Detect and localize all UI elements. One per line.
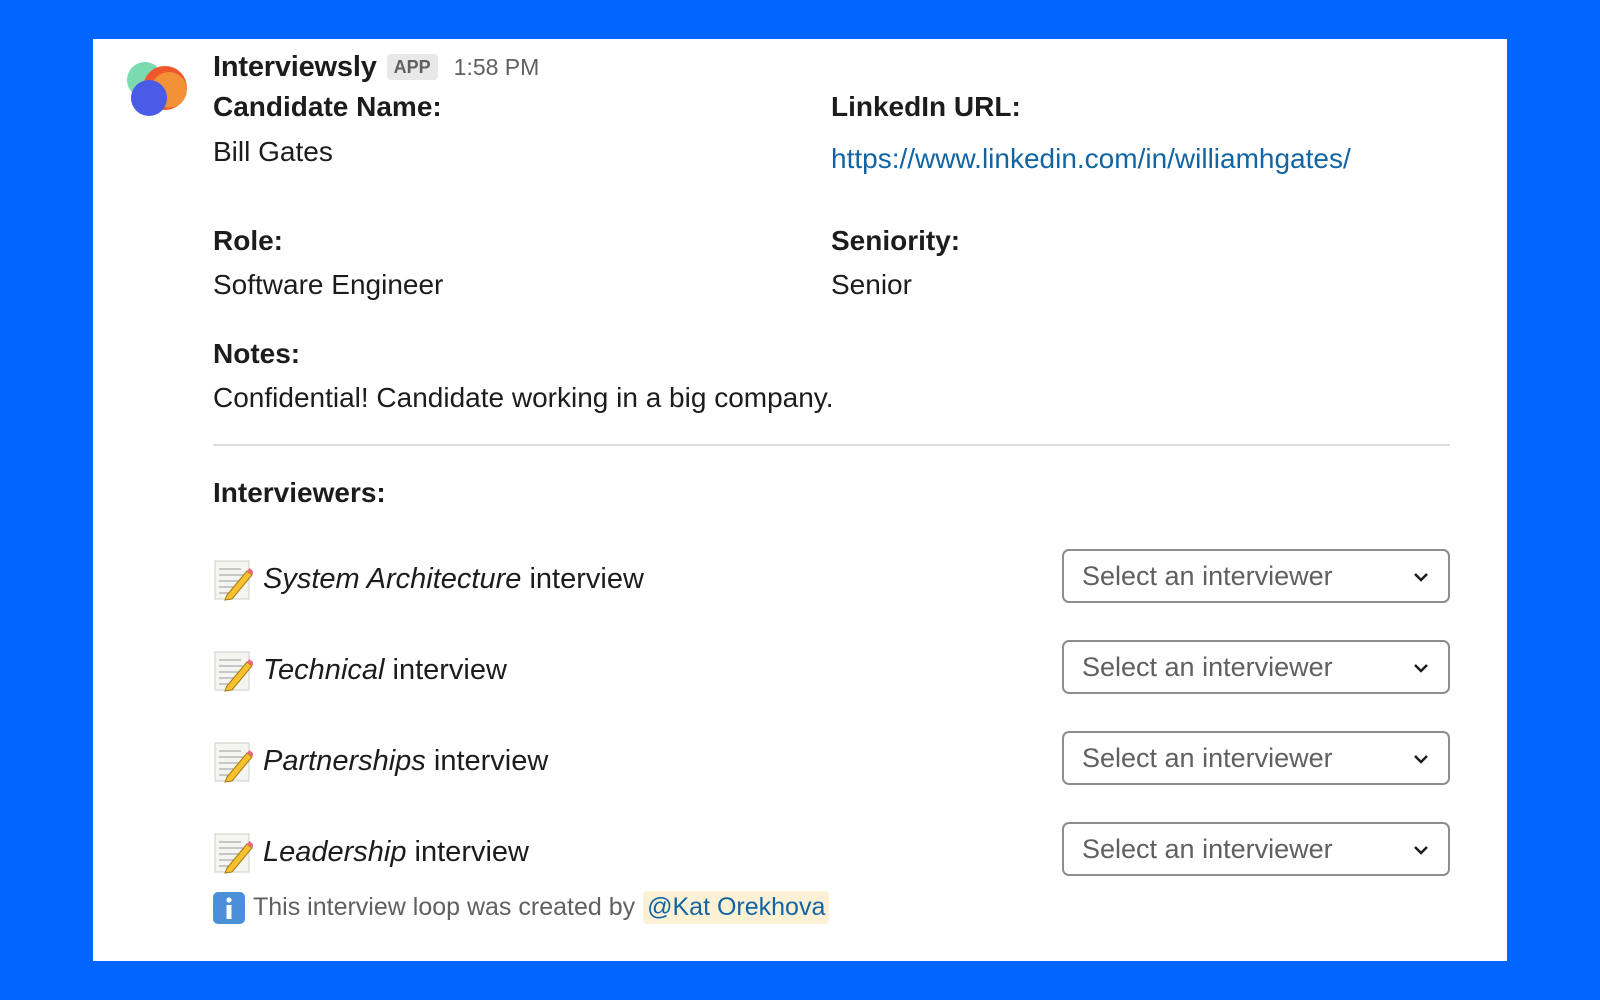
role-label: Role: <box>213 225 283 256</box>
interview-type: Partnerships <box>263 744 426 777</box>
select-placeholder: Select an interviewer <box>1082 742 1333 773</box>
interviewer-select[interactable]: Select an interviewer <box>1062 731 1450 785</box>
interviewer-select[interactable]: Select an interviewer <box>1062 549 1450 603</box>
info-icon <box>213 891 245 924</box>
interview-type: Leadership <box>263 835 407 868</box>
interview-row: Leadership interview Select an interview… <box>213 822 1450 878</box>
interviewer-select[interactable]: Select an interviewer <box>1062 822 1450 876</box>
select-placeholder: Select an interviewer <box>1082 833 1333 864</box>
linkedin-label: LinkedIn URL: <box>831 91 1021 122</box>
memo-icon <box>214 651 253 692</box>
interview-row: Partnerships interview Select an intervi… <box>213 731 1450 787</box>
interview-suffix: interview <box>521 562 644 595</box>
app-badge: APP <box>386 54 438 80</box>
app-name[interactable]: Interviewsly <box>213 51 377 84</box>
candidate-name-label: Candidate Name: <box>213 91 442 122</box>
interview-type: System Architecture <box>263 562 522 595</box>
interview-type: Technical <box>263 653 385 686</box>
select-placeholder: Select an interviewer <box>1082 560 1333 591</box>
interview-suffix: interview <box>406 835 529 868</box>
footer-text: This interview loop was created by <box>253 893 636 921</box>
memo-icon <box>214 560 253 601</box>
interview-row-label: System Architecture interview <box>213 557 644 601</box>
footer-context: This interview loop was created by @Kat … <box>213 891 830 924</box>
select-placeholder: Select an interviewer <box>1082 651 1333 682</box>
interview-row: Technical interview Select an interviewe… <box>213 640 1450 696</box>
interviewers-title: Interviewers: <box>213 477 386 508</box>
seniority-label: Seniority: <box>831 225 961 256</box>
message-card: Interviewsly APP 1:58 PM Candidate Name:… <box>93 39 1507 961</box>
divider <box>213 444 1450 446</box>
linkedin-link[interactable]: https://www.linkedin.com/in/williamhgate… <box>831 136 1421 181</box>
interview-suffix: interview <box>425 744 549 777</box>
interview-row: System Architecture interview Select an … <box>213 549 1450 605</box>
chevron-down-icon <box>1414 755 1428 764</box>
interview-row-label: Technical interview <box>213 648 507 692</box>
chevron-down-icon <box>1414 573 1428 582</box>
message-timestamp[interactable]: 1:58 PM <box>454 54 540 81</box>
interviewer-select[interactable]: Select an interviewer <box>1062 640 1450 694</box>
notes-value: Confidential! Candidate working in a big… <box>213 382 834 413</box>
memo-icon <box>214 742 253 783</box>
notes-label: Notes: <box>213 338 301 369</box>
memo-icon <box>214 833 253 874</box>
candidate-name-value: Bill Gates <box>213 136 333 167</box>
interview-row-label: Partnerships interview <box>213 739 548 783</box>
role-value: Software Engineer <box>213 269 444 300</box>
chevron-down-icon <box>1414 846 1428 855</box>
app-avatar-icon[interactable] <box>125 58 191 118</box>
interview-row-label: Leadership interview <box>213 830 529 874</box>
interview-suffix: interview <box>384 653 507 686</box>
message-header: Interviewsly APP 1:58 PM <box>213 47 539 87</box>
chevron-down-icon <box>1414 664 1428 673</box>
seniority-value: Senior <box>831 269 912 300</box>
user-mention[interactable]: @Kat Orekhova <box>643 891 830 924</box>
